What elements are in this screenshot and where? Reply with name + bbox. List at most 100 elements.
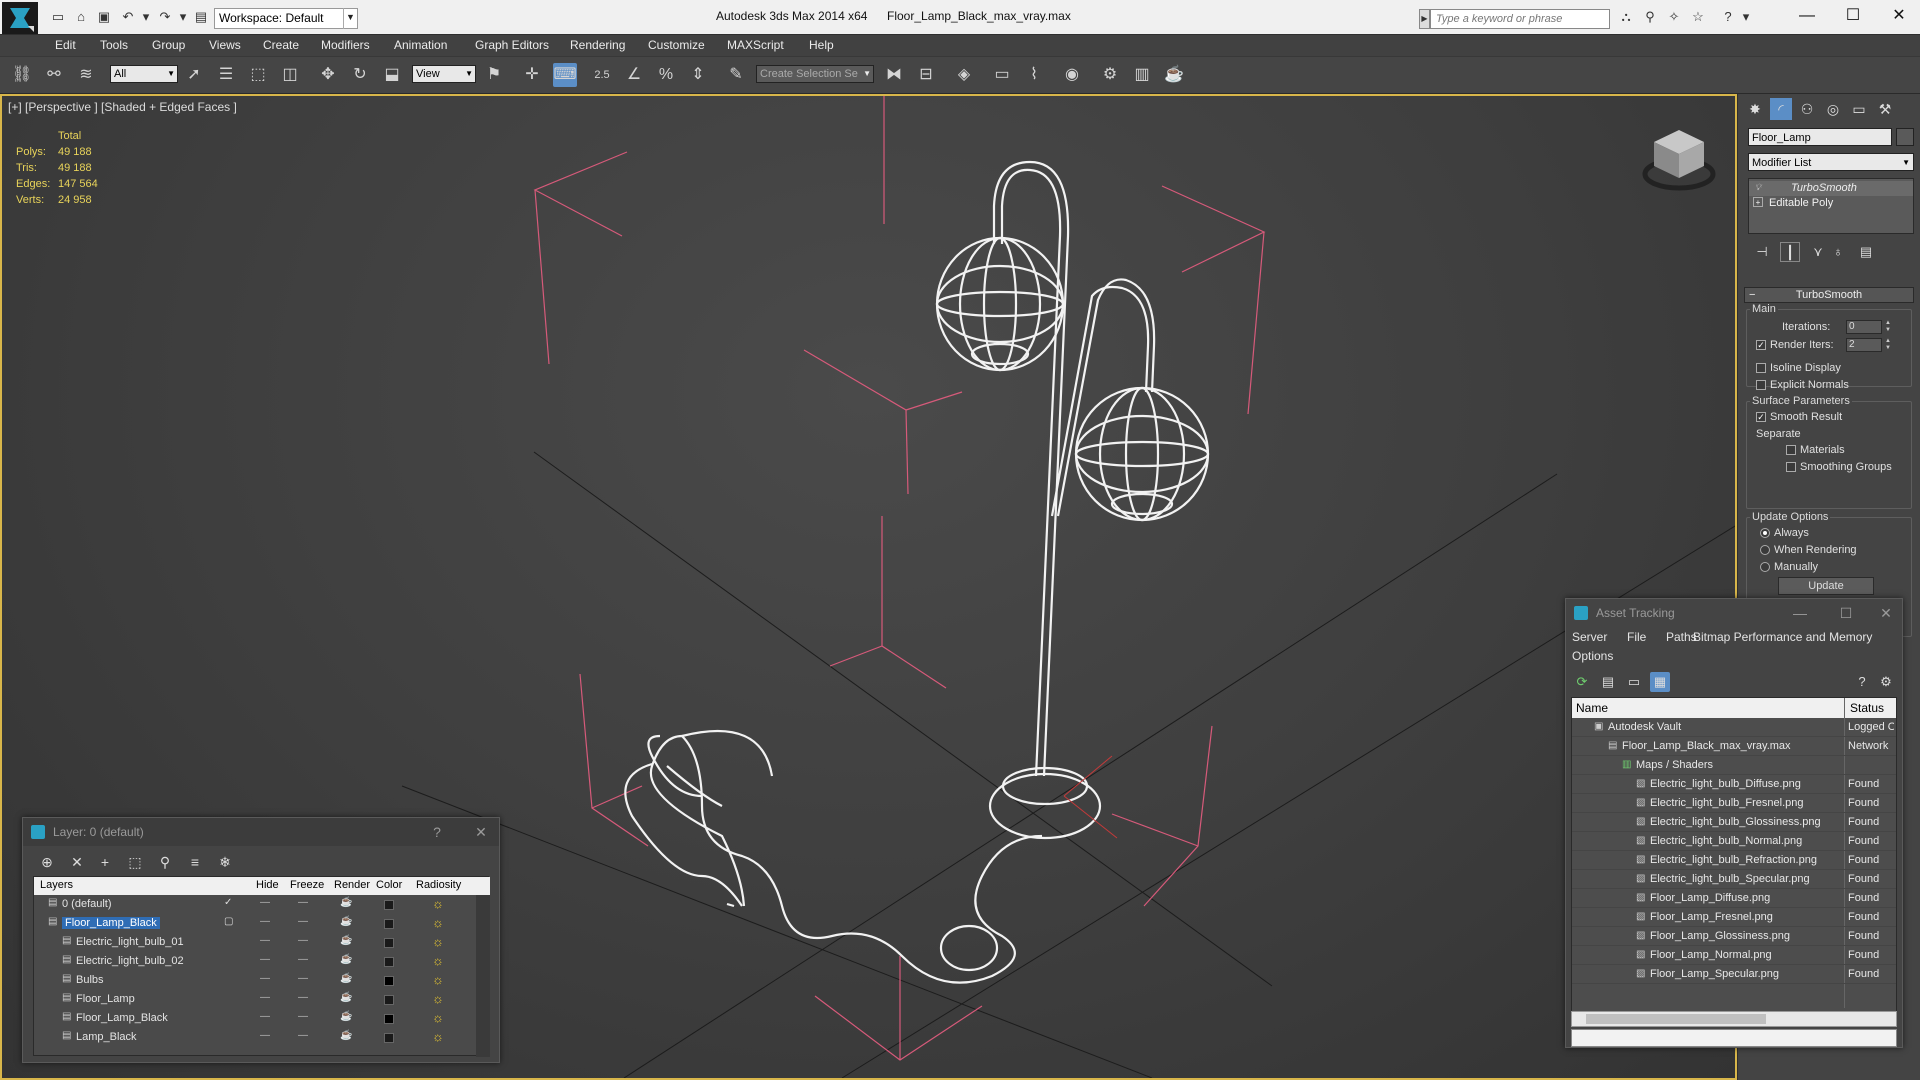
asset-row[interactable]: ▧ Floor_Lamp_Fresnel.png Found	[1572, 908, 1896, 927]
layer-color-swatch[interactable]	[384, 938, 394, 948]
layer-row[interactable]: ▤ Electric_light_bulb_01 — — ☕ ☼	[34, 933, 476, 952]
layer-color-swatch[interactable]	[384, 1014, 394, 1024]
layer-color-swatch[interactable]	[384, 900, 394, 910]
window-crossing-icon[interactable]: ◫	[278, 63, 302, 87]
manage-layers-icon[interactable]: ◈	[952, 63, 976, 87]
hide-toggle-icon[interactable]: —	[260, 935, 270, 946]
asset-name[interactable]: Maps / Shaders	[1636, 759, 1713, 771]
app-logo-icon[interactable]	[2, 2, 38, 34]
freeze-toggle-icon[interactable]: —	[298, 897, 308, 908]
layer-name[interactable]: 0 (default)	[62, 898, 112, 910]
redo-dropdown-icon[interactable]: ▾	[175, 9, 191, 25]
favorites-star-icon[interactable]: ☆	[1690, 9, 1706, 25]
iterations-spinner[interactable]: 0	[1846, 320, 1882, 334]
select-and-rotate-icon[interactable]: ↻	[348, 63, 372, 87]
radiosity-icon[interactable]: ☼	[432, 1010, 444, 1025]
layer-name[interactable]: Floor_Lamp_Black	[62, 917, 160, 929]
scrollbar-thumb[interactable]	[1586, 1014, 1766, 1024]
asset-name[interactable]: Electric_light_bulb_Specular.png	[1650, 873, 1810, 885]
open-file-icon[interactable]: ⌂	[73, 9, 89, 25]
freeze-toggle-icon[interactable]: —	[298, 935, 308, 946]
render-iters-spinner[interactable]: 2	[1846, 338, 1882, 352]
highlight-selected-icon[interactable]: ⚲	[155, 852, 175, 872]
render-toggle-icon[interactable]: ☕	[340, 1030, 352, 1041]
search-expand-icon[interactable]: ▶	[1419, 9, 1430, 29]
asset-row[interactable]: ▣ Autodesk Vault Logged O	[1572, 718, 1896, 737]
project-folder-icon[interactable]: ▤	[193, 9, 209, 25]
undo-icon[interactable]: ↶	[120, 9, 136, 25]
list-view-icon[interactable]: ▤	[1598, 672, 1618, 692]
binoculars-icon[interactable]: ⛬	[1618, 9, 1634, 25]
utilities-tab-icon[interactable]: ⚒	[1874, 98, 1896, 120]
graphite-ribbon-icon[interactable]: ▭	[990, 63, 1014, 87]
asset-row[interactable]: ▧ Electric_light_bulb_Glossiness.png Found	[1572, 813, 1896, 832]
remove-modifier-icon[interactable]: ♁	[1828, 242, 1848, 262]
asset-name[interactable]: Floor_Lamp_Black_max_vray.max	[1622, 740, 1791, 752]
radiosity-icon[interactable]: ☼	[432, 934, 444, 949]
asset-row[interactable]: ▤ Floor_Lamp_Black_max_vray.max Network	[1572, 737, 1896, 756]
material-editor-icon[interactable]: ◉	[1060, 63, 1084, 87]
asset-name[interactable]: Electric_light_bulb_Normal.png	[1650, 835, 1802, 847]
hide-all-layers-icon[interactable]: ≡	[185, 852, 205, 872]
select-by-name-icon[interactable]: ☰	[214, 63, 238, 87]
menu-rendering[interactable]: Rendering	[570, 38, 625, 52]
menu-tools[interactable]: Tools	[100, 38, 128, 52]
pivot-center-icon[interactable]: ⚑	[482, 63, 506, 87]
layer-name[interactable]: Floor_Lamp	[76, 993, 135, 1005]
menu-create[interactable]: Create	[263, 38, 299, 52]
edit-named-selection-icon[interactable]: ✎	[724, 63, 748, 87]
help-icon[interactable]: ?	[1720, 9, 1736, 25]
freeze-toggle-icon[interactable]: —	[298, 1011, 308, 1022]
pin-stack-icon[interactable]: ⊣	[1752, 242, 1772, 262]
save-file-icon[interactable]: ▣	[96, 9, 112, 25]
layer-name[interactable]: Electric_light_bulb_01	[76, 936, 184, 948]
col-status[interactable]: Status	[1850, 701, 1884, 715]
layer-row[interactable]: ▤ Floor_Lamp — — ☕ ☼	[34, 990, 476, 1009]
asset-horizontal-scrollbar[interactable]	[1571, 1011, 1897, 1027]
render-toggle-icon[interactable]: ☕	[340, 973, 352, 984]
asset-row[interactable]: ▧ Electric_light_bulb_Normal.png Found	[1572, 832, 1896, 851]
help-icon[interactable]: ?	[1852, 672, 1872, 692]
spinner-arrows-icon[interactable]: ▲ ▼	[1884, 338, 1892, 352]
asset-name[interactable]: Floor_Lamp_Fresnel.png	[1650, 911, 1773, 923]
hide-toggle-icon[interactable]: —	[260, 1030, 270, 1041]
table-view-icon[interactable]: ▦	[1650, 672, 1670, 692]
menu-views[interactable]: Views	[209, 38, 241, 52]
new-file-icon[interactable]: ▭	[50, 9, 66, 25]
menu-help[interactable]: Help	[809, 38, 834, 52]
current-layer-check-icon[interactable]: ✓	[224, 897, 232, 908]
freeze-all-layers-icon[interactable]: ❄	[215, 852, 235, 872]
asset-menu-server[interactable]: Server	[1572, 630, 1607, 644]
angle-snap-icon[interactable]: ∠	[622, 63, 646, 87]
radiosity-icon[interactable]: ☼	[432, 915, 444, 930]
asset-row[interactable]: ▧ Floor_Lamp_Normal.png Found	[1572, 946, 1896, 965]
asset-name[interactable]: Electric_light_bulb_Diffuse.png	[1650, 778, 1801, 790]
freeze-toggle-icon[interactable]: —	[298, 954, 308, 965]
asset-menu-file[interactable]: File	[1627, 630, 1646, 644]
rectangular-selection-icon[interactable]: ⬚	[246, 63, 270, 87]
menu-group[interactable]: Group	[152, 38, 185, 52]
hide-toggle-icon[interactable]: —	[260, 992, 270, 1003]
hide-toggle-icon[interactable]: —	[260, 1011, 270, 1022]
configure-modifier-sets-icon[interactable]: ▤	[1856, 242, 1876, 262]
freeze-toggle-icon[interactable]: —	[298, 1030, 308, 1041]
viewcube[interactable]	[1642, 122, 1716, 192]
menu-edit[interactable]: Edit	[55, 38, 76, 52]
help-button[interactable]: ?	[423, 822, 451, 842]
curve-editor-icon[interactable]: ⌇	[1022, 63, 1046, 87]
asset-row[interactable]: ▧ Floor_Lamp_Glossiness.png Found	[1572, 927, 1896, 946]
layer-row[interactable]: ▤ Bulbs — — ☕ ☼	[34, 971, 476, 990]
asset-menu-bitmap-performance[interactable]: Bitmap Performance and Memory	[1693, 630, 1872, 644]
hide-toggle-icon[interactable]: —	[260, 916, 270, 927]
rendered-frame-window-icon[interactable]: ▥	[1130, 63, 1154, 87]
menu-animation[interactable]: Animation	[394, 38, 447, 52]
percent-snap-icon[interactable]: %	[654, 63, 678, 87]
stack-item-turbosmooth[interactable]: 💡︎ TurboSmooth	[1749, 181, 1913, 196]
asset-name[interactable]: Autodesk Vault	[1608, 721, 1681, 733]
layer-name[interactable]: Lamp_Black	[76, 1031, 137, 1043]
asset-row[interactable]: ▧ Electric_light_bulb_Fresnel.png Found	[1572, 794, 1896, 813]
render-iters-checkbox[interactable]: ✓	[1756, 340, 1766, 350]
menu-graph-editors[interactable]: Graph Editors	[475, 38, 549, 52]
col-name[interactable]: Name	[1576, 701, 1608, 715]
delete-layer-icon[interactable]: ✕	[67, 852, 87, 872]
